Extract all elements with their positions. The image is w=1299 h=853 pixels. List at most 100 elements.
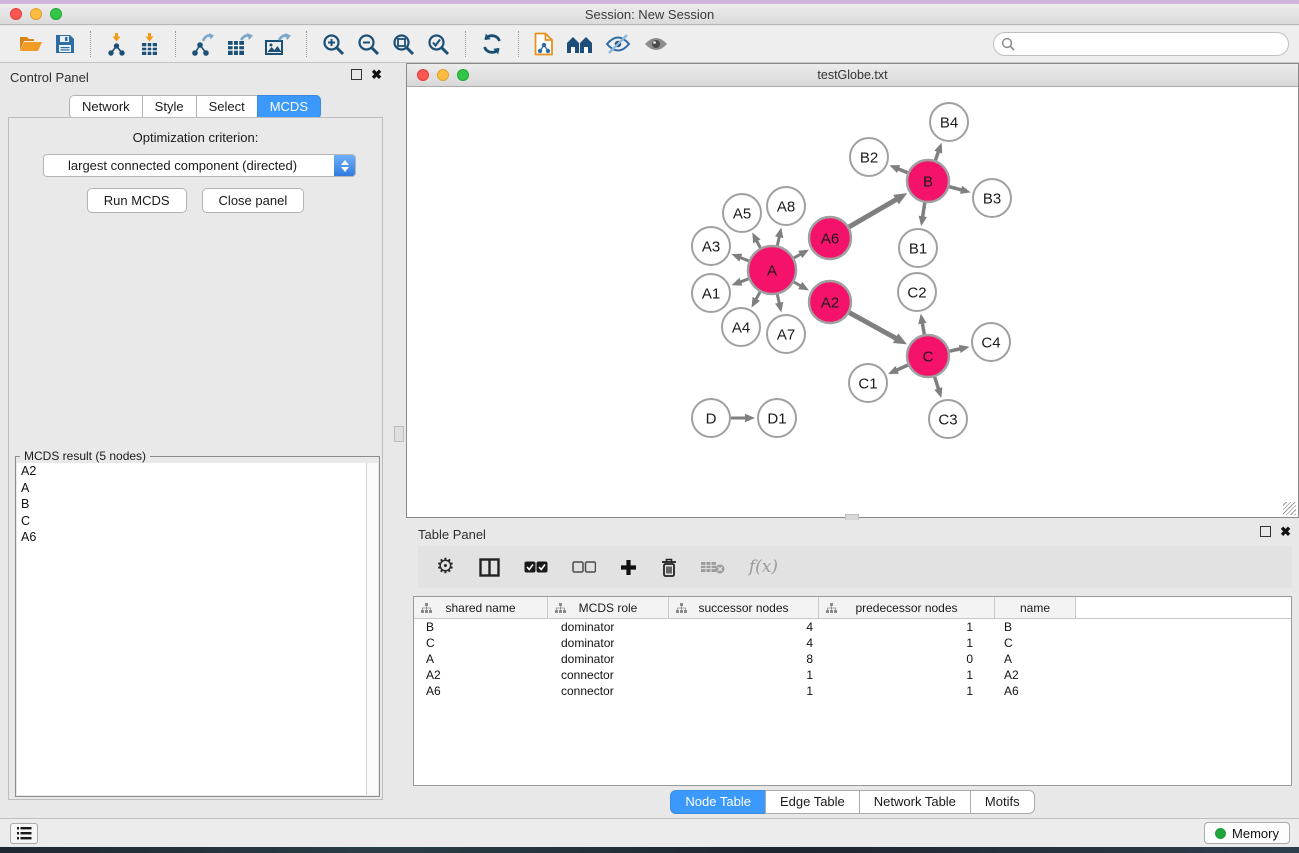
tab-network-table[interactable]: Network Table [859, 790, 970, 814]
edge-C-C1[interactable] [888, 365, 908, 374]
cell-predecessor-nodes[interactable]: 0 [819, 652, 995, 666]
node-A3[interactable]: A3 [692, 227, 730, 265]
run-mcds-button[interactable]: Run MCDS [87, 188, 187, 213]
node-C4[interactable]: C4 [972, 323, 1010, 361]
node-D1[interactable]: D1 [758, 399, 796, 437]
cell-name[interactable]: A6 [995, 684, 1076, 698]
edge-A-A7[interactable] [775, 294, 783, 312]
cell-successor-nodes[interactable]: 8 [669, 652, 819, 666]
search-input[interactable] [993, 32, 1289, 56]
zoom-in-button[interactable] [316, 31, 351, 58]
table-row[interactable]: Bdominator41B [414, 619, 1291, 635]
close-panel-icon[interactable]: ✖ [1280, 526, 1291, 537]
cell-mcds-role[interactable]: connector [548, 684, 669, 698]
cell-shared-name[interactable]: C [414, 636, 548, 650]
edge-B-B4[interactable] [934, 143, 942, 161]
add-column-button[interactable] [620, 559, 637, 576]
edge-B-B1[interactable] [919, 203, 927, 226]
hide-graphics-details-button[interactable] [599, 32, 637, 56]
column-header-name[interactable]: name [995, 597, 1076, 618]
memory-button[interactable]: Memory [1204, 822, 1290, 844]
tab-edge-table[interactable]: Edge Table [765, 790, 859, 814]
node-B3[interactable]: B3 [973, 179, 1011, 217]
select-all-columns-button[interactable] [524, 561, 548, 573]
cell-shared-name[interactable]: A [414, 652, 548, 666]
tab-motifs[interactable]: Motifs [970, 790, 1035, 814]
tab-network[interactable]: Network [69, 95, 142, 119]
cell-mcds-role[interactable]: dominator [548, 652, 669, 666]
cell-mcds-role[interactable]: connector [548, 668, 669, 682]
open-session-button[interactable] [12, 32, 49, 56]
edge-C-C2[interactable] [918, 314, 926, 335]
cell-name[interactable]: A2 [995, 668, 1076, 682]
delete-column-button[interactable] [661, 558, 677, 577]
node-A[interactable]: A [748, 246, 796, 294]
edge-A6-B[interactable] [849, 193, 907, 227]
deselect-all-columns-button[interactable] [572, 561, 596, 573]
export-table-button[interactable] [221, 31, 259, 58]
node-B2[interactable]: B2 [850, 138, 888, 176]
column-header-mcds-role[interactable]: MCDS role [548, 597, 669, 618]
column-header-predecessor-nodes[interactable]: predecessor nodes [819, 597, 995, 618]
table-row[interactable]: Adominator80A [414, 651, 1291, 667]
edge-B-B3[interactable] [949, 186, 970, 194]
tab-node-table[interactable]: Node Table [670, 790, 765, 814]
node-C1[interactable]: C1 [849, 364, 887, 402]
cell-mcds-role[interactable]: dominator [548, 636, 669, 650]
edge-A-A2[interactable] [794, 282, 809, 291]
column-header-shared-name[interactable]: shared name [414, 597, 548, 618]
close-panel-icon[interactable]: ✖ [371, 69, 382, 80]
vertical-splitter-handle[interactable] [394, 426, 404, 442]
node-C3[interactable]: C3 [929, 400, 967, 438]
delete-table-button[interactable] [701, 560, 725, 574]
window-resize-grip[interactable] [1283, 502, 1296, 515]
zoom-selected-button[interactable] [421, 31, 456, 58]
cell-predecessor-nodes[interactable]: 1 [819, 636, 995, 650]
cell-successor-nodes[interactable]: 4 [669, 636, 819, 650]
edge-A-A5[interactable] [752, 232, 760, 247]
edge-A-A1[interactable] [732, 278, 749, 286]
node-B4[interactable]: B4 [930, 103, 968, 141]
tab-select[interactable]: Select [196, 95, 257, 119]
cell-shared-name[interactable]: A2 [414, 668, 548, 682]
cell-successor-nodes[interactable]: 1 [669, 684, 819, 698]
node-C2[interactable]: C2 [898, 273, 936, 311]
node-A7[interactable]: A7 [767, 315, 805, 353]
network-canvas[interactable]: B4B2BB3A5A8A6A3B1AA1C2A2A4A7C4CC1C3DD1 [407, 88, 1298, 517]
cell-name[interactable]: A [995, 652, 1076, 666]
node-A4[interactable]: A4 [722, 308, 760, 346]
export-image-button[interactable] [259, 31, 297, 58]
mcds-result-item[interactable]: A6 [17, 529, 366, 546]
refresh-layout-button[interactable] [475, 31, 509, 57]
save-session-button[interactable] [49, 32, 81, 56]
show-graphics-details-button[interactable] [637, 33, 675, 55]
edge-D-D1[interactable] [731, 414, 755, 422]
node-A8[interactable]: A8 [767, 187, 805, 225]
mcds-result-scrollbar[interactable] [367, 463, 378, 795]
edge-A-A3[interactable] [731, 254, 748, 262]
mcds-result-item[interactable]: B [17, 496, 366, 513]
import-network-button[interactable] [100, 31, 133, 58]
table-row[interactable]: A6connector11A6 [414, 683, 1291, 699]
node-B1[interactable]: B1 [899, 229, 937, 267]
mcds-result-item[interactable]: A2 [17, 463, 366, 480]
cell-name[interactable]: B [995, 620, 1076, 634]
cell-successor-nodes[interactable]: 1 [669, 668, 819, 682]
edge-A-A6[interactable] [794, 250, 809, 259]
table-settings-button[interactable]: ⚙ [436, 557, 455, 577]
table-row[interactable]: A2connector11A2 [414, 667, 1291, 683]
edge-A2-C[interactable] [849, 313, 907, 345]
split-panel-button[interactable] [479, 558, 500, 577]
table-row[interactable]: Cdominator41C [414, 635, 1291, 651]
tab-style[interactable]: Style [142, 95, 196, 119]
node-D[interactable]: D [692, 399, 730, 437]
node-A2[interactable]: A2 [809, 281, 851, 323]
edge-B-B2[interactable] [889, 165, 907, 173]
edge-C-C3[interactable] [934, 377, 942, 398]
zoom-fit-button[interactable] [386, 31, 421, 58]
cell-shared-name[interactable]: B [414, 620, 548, 634]
edge-A-A8[interactable] [775, 227, 783, 245]
function-builder-button[interactable]: f(x) [749, 557, 778, 577]
mcds-result-item[interactable]: C [17, 513, 366, 530]
select-stepper[interactable] [334, 155, 355, 176]
